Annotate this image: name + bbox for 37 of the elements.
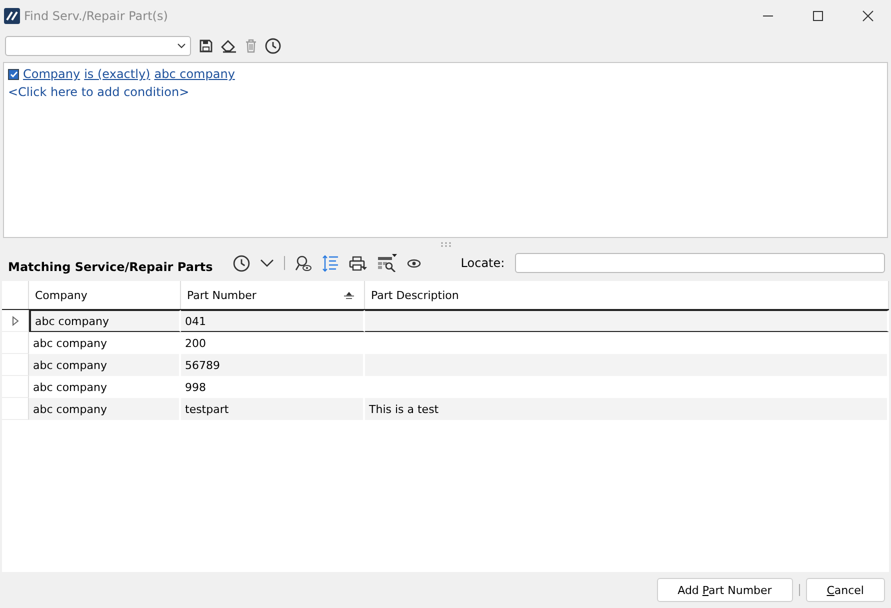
results-title: Matching Service/Repair Parts [8,260,213,274]
column-header[interactable]: Part Description [365,281,889,309]
window-title: Find Serv./Repair Part(s) [24,9,169,23]
eraser-icon[interactable] [221,39,237,53]
table-cell: 56789 [181,354,365,376]
search-view-icon[interactable] [294,254,312,272]
close-icon[interactable] [862,10,874,22]
table-cell: 041 [181,310,365,332]
locate-label: Locate: [460,256,505,270]
condition-field-link[interactable]: Company [23,67,80,81]
add-part-number-button[interactable]: Add Part Number [656,578,793,602]
chevron-down-icon[interactable] [260,259,274,267]
row-height-icon[interactable] [322,254,339,272]
table-cell: testpart [181,398,365,420]
table-cell: abc company [29,310,181,332]
condition-operator-link[interactable]: is (exactly) [84,67,150,81]
save-icon[interactable] [199,39,213,53]
table-cell: abc company [29,398,181,420]
add-condition-link[interactable]: <Click here to add condition> [8,85,883,99]
grid-settings-icon[interactable] [376,254,397,272]
column-header[interactable]: Part Number [181,281,365,309]
row-selector-icon [12,316,18,326]
clock-icon[interactable] [265,38,281,54]
table-cell: This is a test [365,398,889,420]
app-logo-icon [4,8,20,24]
clock-icon[interactable] [232,254,250,272]
locate-field[interactable] [514,253,885,273]
condition-value-link[interactable]: abc company [154,67,235,81]
print-icon[interactable] [348,256,367,270]
chevron-down-icon[interactable] [177,43,186,49]
splitter-grip-icon[interactable] [440,242,450,246]
table-cell: abc company [29,354,181,376]
checkbox[interactable] [8,68,19,80]
cancel-button[interactable]: Cancel [806,578,885,602]
maximize-icon[interactable] [813,11,823,21]
column-header[interactable]: Company [29,281,181,309]
eye-icon[interactable] [406,258,421,268]
